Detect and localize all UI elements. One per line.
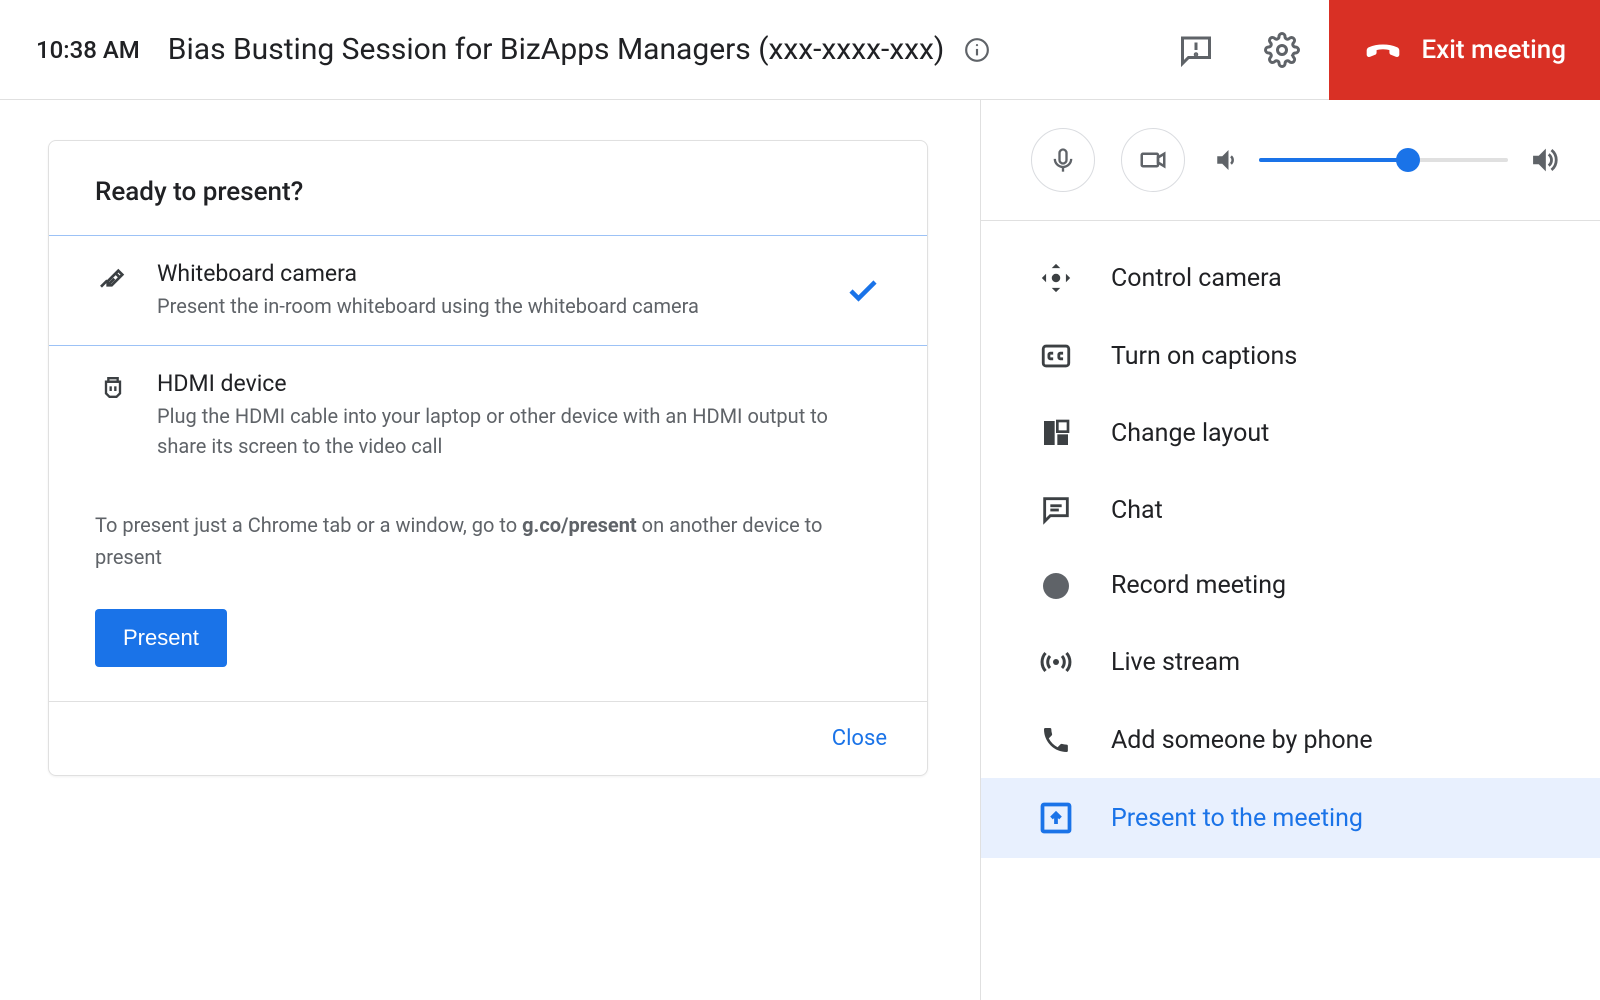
hangup-icon: [1363, 30, 1403, 70]
volume-thumb[interactable]: [1396, 148, 1420, 172]
live-stream-icon: [1035, 644, 1077, 680]
option-desc: Plug the HDMI cable into your laptop or …: [157, 401, 881, 461]
option-whiteboard-camera[interactable]: Whiteboard camera Present the in-room wh…: [48, 235, 928, 346]
info-icon[interactable]: [964, 37, 990, 63]
whiteboard-icon: [95, 260, 131, 296]
camera-toggle[interactable]: [1121, 128, 1185, 192]
volume-track: [1259, 158, 1408, 162]
menu-captions[interactable]: Turn on captions: [981, 317, 1600, 395]
side-panel: Control camera Turn on captions Change l…: [980, 100, 1600, 1000]
menu-label: Live stream: [1111, 648, 1240, 677]
card-title: Ready to present?: [49, 141, 927, 235]
captions-icon: [1035, 339, 1077, 373]
camera-icon: [1138, 145, 1168, 175]
menu-layout[interactable]: Change layout: [981, 395, 1600, 471]
option-desc: Present the in-room whiteboard using the…: [157, 291, 819, 321]
settings-icon[interactable]: [1243, 32, 1321, 68]
present-card: Ready to present? Whiteboard camera Pres…: [48, 140, 928, 776]
record-icon: [1035, 573, 1077, 599]
volume-high-icon: [1526, 143, 1560, 177]
layout-icon: [1035, 417, 1077, 449]
menu-chat[interactable]: Chat: [981, 471, 1600, 549]
control-camera-icon: [1035, 261, 1077, 295]
volume-low-icon: [1211, 145, 1241, 175]
menu-label: Present to the meeting: [1111, 804, 1363, 833]
present-button[interactable]: Present: [95, 609, 227, 667]
topbar: 10:38 AM Bias Busting Session for BizApp…: [0, 0, 1600, 100]
menu-label: Record meeting: [1111, 571, 1286, 600]
volume-slider[interactable]: [1259, 158, 1508, 162]
present-note: To present just a Chrome tab or a window…: [49, 485, 927, 583]
menu-record[interactable]: Record meeting: [981, 549, 1600, 622]
feedback-icon[interactable]: [1157, 32, 1235, 68]
main-content: Ready to present? Whiteboard camera Pres…: [0, 100, 980, 1000]
exit-meeting-button[interactable]: Exit meeting: [1329, 0, 1600, 100]
close-button[interactable]: Close: [832, 726, 887, 751]
hdmi-icon: [95, 370, 131, 408]
side-menu: Control camera Turn on captions Change l…: [981, 221, 1600, 876]
menu-live-stream[interactable]: Live stream: [981, 622, 1600, 702]
menu-control-camera[interactable]: Control camera: [981, 239, 1600, 317]
exit-label: Exit meeting: [1421, 35, 1566, 65]
check-icon: [845, 273, 881, 309]
option-title: Whiteboard camera: [157, 260, 819, 287]
present-icon: [1035, 800, 1077, 836]
menu-present[interactable]: Present to the meeting: [981, 778, 1600, 858]
menu-label: Chat: [1111, 496, 1163, 525]
option-title: HDMI device: [157, 370, 881, 397]
menu-label: Turn on captions: [1111, 342, 1297, 371]
mic-icon: [1049, 146, 1077, 174]
mic-toggle[interactable]: [1031, 128, 1095, 192]
menu-label: Add someone by phone: [1111, 726, 1373, 755]
menu-label: Control camera: [1111, 264, 1282, 293]
menu-label: Change layout: [1111, 419, 1269, 448]
clock: 10:38 AM: [36, 36, 140, 64]
chat-icon: [1035, 493, 1077, 527]
option-hdmi-device[interactable]: HDMI device Plug the HDMI cable into you…: [49, 346, 927, 485]
side-controls: [981, 100, 1600, 221]
meeting-title: Bias Busting Session for BizApps Manager…: [168, 32, 945, 67]
phone-icon: [1035, 724, 1077, 756]
menu-add-phone[interactable]: Add someone by phone: [981, 702, 1600, 778]
